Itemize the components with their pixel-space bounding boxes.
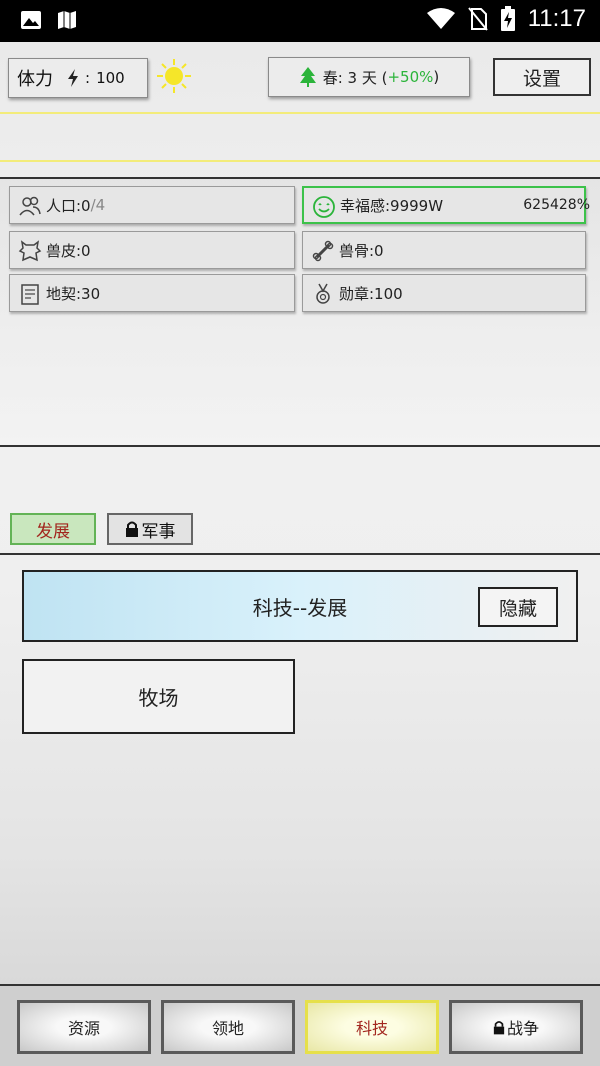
map-icon bbox=[58, 11, 76, 29]
happiness-item[interactable]: 幸福感:9999W 625428% bbox=[302, 186, 590, 224]
deed-label: 地契:30 bbox=[46, 284, 101, 303]
people-icon bbox=[19, 196, 41, 216]
tab-develop[interactable]: 发展 bbox=[10, 513, 96, 545]
tab-military-label: 军事 bbox=[141, 521, 176, 542]
nav-war[interactable]: 战争 bbox=[449, 1000, 583, 1054]
top-bar: 体力 : 100 春: 3 天 ( +50% ) 设置 bbox=[0, 42, 600, 112]
sun-icon bbox=[157, 59, 191, 93]
nav-territory[interactable]: 领地 bbox=[161, 1000, 295, 1054]
nav-tech[interactable]: 科技 bbox=[305, 1000, 439, 1054]
battery-charging-icon bbox=[500, 6, 515, 31]
stamina-label: 体力 bbox=[17, 69, 53, 90]
hide-label: 兽皮:0 bbox=[46, 241, 91, 260]
happiness-percent: 625428% bbox=[523, 197, 590, 213]
happiness-label: 幸福感:9999W bbox=[340, 196, 444, 215]
divider bbox=[0, 553, 600, 555]
deed-item[interactable]: 地契:30 bbox=[9, 274, 295, 312]
medal-icon bbox=[316, 283, 330, 304]
season-panel: 春: 3 天 ( +50% ) bbox=[268, 57, 470, 97]
tech-section-header: 科技--发展 隐藏 bbox=[22, 570, 578, 642]
hide-item[interactable]: 兽皮:0 bbox=[9, 231, 295, 269]
no-sim-icon bbox=[467, 7, 488, 31]
status-bar: 11:17 bbox=[0, 0, 600, 42]
season-text: 春: 3 天 ( bbox=[322, 68, 388, 87]
medal-item[interactable]: 勋章:100 bbox=[302, 274, 586, 312]
stamina-panel: 体力 : 100 bbox=[8, 58, 148, 98]
ranch-button[interactable]: 牧场 bbox=[22, 659, 295, 734]
smile-icon bbox=[313, 196, 335, 218]
settings-button[interactable]: 设置 bbox=[493, 58, 591, 96]
resources-panel: 人口:0 /4 幸福感:9999W 625428% 兽皮:0 兽骨:0 地契:3… bbox=[0, 177, 600, 447]
clock: 11:17 bbox=[527, 5, 586, 32]
wifi-icon bbox=[426, 8, 455, 29]
nav-war-label: 战争 bbox=[506, 1019, 539, 1038]
bottom-nav: 资源 领地 科技 战争 bbox=[0, 984, 600, 1066]
bone-item[interactable]: 兽骨:0 bbox=[302, 231, 586, 269]
season-bonus: +50% bbox=[387, 68, 434, 86]
hide-button[interactable]: 隐藏 bbox=[478, 587, 558, 627]
divider bbox=[0, 112, 600, 114]
bone-icon bbox=[312, 240, 334, 262]
pelt-icon bbox=[18, 240, 42, 262]
nav-resources[interactable]: 资源 bbox=[17, 1000, 151, 1054]
bone-label: 兽骨:0 bbox=[339, 241, 384, 260]
population-label: 人口:0 bbox=[46, 196, 91, 215]
tab-military[interactable]: 军事 bbox=[107, 513, 193, 545]
divider bbox=[0, 160, 600, 162]
tech-title: 科技--发展 bbox=[252, 595, 348, 620]
medal-label: 勋章:100 bbox=[339, 284, 403, 303]
image-icon bbox=[21, 11, 41, 29]
tree-icon bbox=[299, 67, 316, 87]
population-max: /4 bbox=[90, 196, 106, 214]
lightning-icon bbox=[68, 69, 78, 87]
document-icon bbox=[21, 284, 39, 305]
lock-icon bbox=[125, 521, 138, 537]
population-item[interactable]: 人口:0 /4 bbox=[9, 186, 295, 224]
lock-icon bbox=[493, 1020, 505, 1034]
stamina-value: 100 bbox=[96, 69, 125, 87]
